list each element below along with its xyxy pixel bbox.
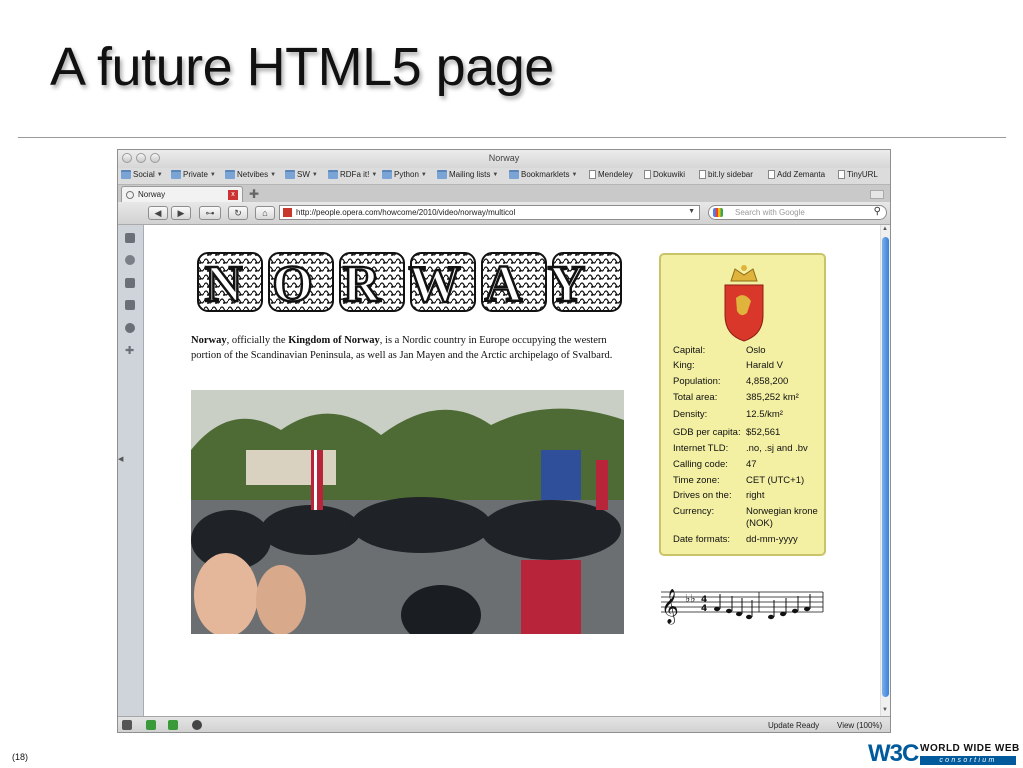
downloads-icon[interactable] [125,300,135,310]
w3c-consortium-band: consortium [920,756,1016,765]
scroll-up-icon[interactable]: ▲ [882,226,888,232]
w3c-wordmark: WORLD WIDE WEB [920,743,1020,754]
panel-toggle-icon[interactable] [122,720,132,730]
bookmark-bookmarklets[interactable]: Bookmarklets ▼ [509,170,577,179]
scrollbar-thumb[interactable] [882,237,889,697]
page-icon [589,170,596,179]
page-icon [768,170,775,179]
bookmarks-panel-icon[interactable] [125,233,135,243]
tab-bar: Norway x ✚ [118,184,890,203]
history-icon[interactable] [125,323,135,333]
bookmarks-bar: Social ▼ Private ▼ Netvibes ▼ SW ▼ RDFa it! ▼… [118,168,890,184]
bookmark-python[interactable]: Python ▼ [382,170,427,179]
coat-of-arms-icon [724,265,764,342]
navigation-bar: ◀ ▶ ⊶ ↻ ⌂ http://people.opera.com/howcom… [118,202,890,225]
add-panel-icon[interactable]: ✚ [125,346,135,357]
bookmark-mendeley[interactable]: Mendeley [589,170,633,179]
status-bar: Update Ready View (100%) [118,716,890,732]
key-icon[interactable]: ⊶ [199,206,221,220]
tab-norway[interactable]: Norway x [121,186,243,203]
heading-text: NORWAY [205,256,615,313]
folder-icon [121,170,131,179]
bookmark-add-zemanta[interactable]: Add Zemanta [768,170,825,179]
globe-icon [126,191,134,199]
intro-text-1: , officially the [226,335,289,346]
bookmark-private[interactable]: Private ▼ [171,170,216,179]
page-icon [699,170,706,179]
bookmark-rdfa-it[interactable]: RDFa it! ▼ [328,170,377,179]
new-tab-icon[interactable]: ✚ [249,187,259,201]
forward-icon[interactable]: ▶ [171,206,191,220]
bookmark-bitly-sidebar[interactable]: bit.ly sidebar [699,170,753,179]
w3c-mark: W3C [868,740,919,767]
w3c-logo: W3C WORLD WIDE WEB consortium [866,740,1020,767]
music-notation: 𝄞 ♭♭ 4 4 [661,589,824,625]
sidebar-toggle-icon[interactable]: ◀ [118,455,123,463]
search-input[interactable]: Search with Google ⚲ [708,205,887,220]
bookmark-sw[interactable]: SW ▼ [285,170,318,179]
intro-bold-norway: Norway [191,335,227,346]
sidebar-panel: ✚ ◀ [118,225,144,716]
slide-number: (18) [12,752,29,762]
bookmark-tinyurl[interactable]: TinyURL [838,170,878,179]
page-icon [838,170,845,179]
home-icon[interactable]: ⌂ [255,206,275,220]
folder-icon [509,170,519,179]
speed-dial-icon[interactable] [146,720,156,730]
folder-icon [225,170,235,179]
bookmark-social[interactable]: Social ▼ [121,170,163,179]
update-status: Update Ready [768,721,820,730]
window-title: Norway [488,153,520,163]
intro-bold-kingdom: Kingdom of Norway [288,335,380,346]
folder-icon [171,170,181,179]
google-icon[interactable] [713,208,723,217]
site-favicon [283,208,292,217]
browser-window: Norway Social ▼ Private ▼ Netvibes ▼ SW ▼ RD… [117,149,891,733]
back-icon[interactable]: ◀ [148,206,168,220]
folder-icon [382,170,392,179]
decorative-heading: NORWAY [197,252,622,314]
folder-icon [285,170,295,179]
title-bar: Norway [118,150,890,168]
page-icon [644,170,651,179]
address-bar[interactable]: http://people.opera.com/howcome/2010/vid… [279,205,700,220]
chevron-down-icon[interactable]: ▼ [688,208,695,215]
search-icon[interactable]: ⚲ [874,206,881,217]
share-icon[interactable] [125,255,135,265]
unite-icon[interactable] [192,720,202,730]
zoom-level[interactable]: View (100%) [837,721,882,730]
url-text: http://people.opera.com/howcome/2010/vid… [296,208,516,217]
turbo-icon[interactable] [168,720,178,730]
close-tab-icon[interactable]: x [228,190,238,200]
svg-text:♭♭: ♭♭ [685,592,695,605]
bookmark-netvibes[interactable]: Netvibes ▼ [225,170,276,179]
page-content: NORWAY Norway, officially the Kingdom of… [144,225,880,716]
scroll-down-icon[interactable]: ▼ [882,707,888,713]
vertical-scrollbar[interactable]: ▲ ▼ [880,225,890,716]
slide-divider [18,137,1006,138]
tab-label: Norway [138,190,166,199]
notes-icon[interactable] [125,278,135,288]
slide-title: A future HTML5 page [50,37,554,97]
bookmark-dokuwiki[interactable]: Dokuwiki [644,170,685,179]
folder-icon [437,170,447,179]
intro-paragraph: Norway, officially the Kingdom of Norway… [191,333,636,363]
bookmark-mailing-lists[interactable]: Mailing lists ▼ [437,170,498,179]
svg-text:4: 4 [701,604,707,614]
folder-icon [328,170,338,179]
parade-video[interactable] [191,390,624,634]
reload-icon[interactable]: ↻ [228,206,248,220]
search-placeholder: Search with Google [735,208,805,217]
treble-clef-icon: 𝄞 [661,589,679,625]
tab-list-button[interactable] [870,190,884,199]
infobox: Capital: Oslo King: Harald V Population: 4,… [659,253,826,556]
